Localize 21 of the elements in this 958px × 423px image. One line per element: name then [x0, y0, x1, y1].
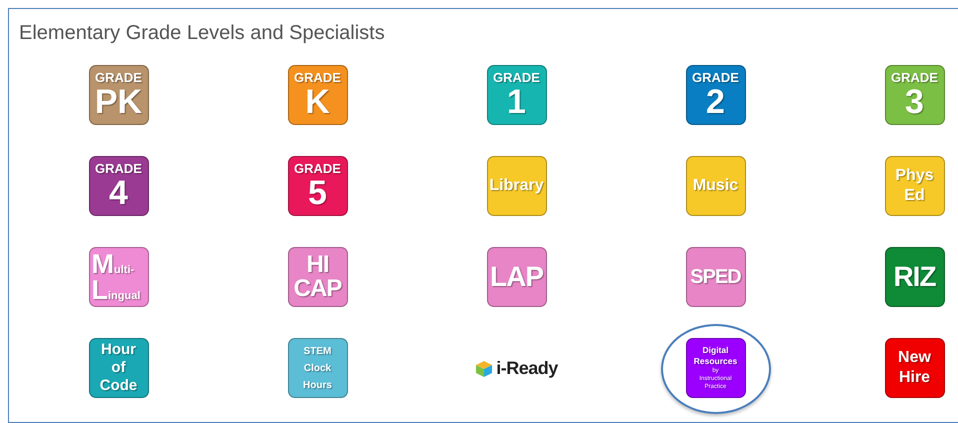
specialist-tile[interactable]: Music	[686, 156, 746, 216]
specialist-tile[interactable]: Hour of Code	[88, 338, 148, 398]
grade-tile[interactable]: GRADE 4	[88, 156, 148, 216]
logo-link[interactable]: i-Ready	[475, 358, 558, 379]
cube-icon	[475, 360, 494, 378]
specialist-tile[interactable]: HI CAP	[288, 247, 348, 307]
grade-tile[interactable]: GRADE K	[288, 65, 348, 125]
specialist-tile[interactable]: SPED	[686, 247, 746, 307]
grade-tile[interactable]: GRADE 5	[288, 156, 348, 216]
grade-tile[interactable]: GRADE 1	[486, 65, 546, 125]
specialist-tile[interactable]: STEM Clock Hours	[288, 338, 348, 398]
specialist-tile[interactable]: RIZ	[884, 247, 944, 307]
panel-title: Elementary Grade Levels and Specialists	[19, 21, 386, 45]
specialist-tile[interactable]: Phys Ed	[884, 156, 944, 216]
grade-tile[interactable]: GRADE 3	[884, 65, 944, 125]
grade-tile[interactable]: GRADE 2	[686, 65, 746, 125]
specialist-tile[interactable]: New Hire	[884, 338, 944, 398]
specialist-tile[interactable]: Library	[486, 156, 546, 216]
grade-tile[interactable]: GRADE PK	[88, 65, 148, 125]
specialist-tile[interactable]: Multi- Lingual	[88, 247, 148, 307]
specialist-tile[interactable]: LAP	[486, 247, 546, 307]
